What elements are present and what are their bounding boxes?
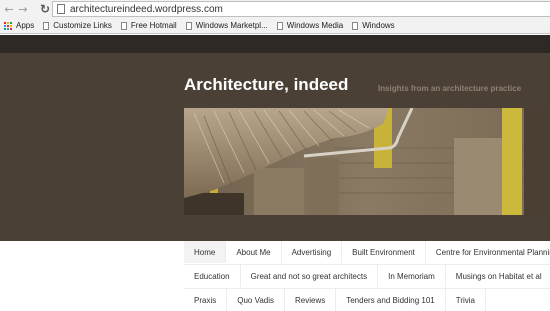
forward-arrow-icon[interactable]: → — [16, 1, 30, 17]
bookmark-apps[interactable]: Apps — [4, 21, 34, 30]
bookmark-customize-links[interactable]: Customize Links — [43, 21, 112, 30]
bookmark-label: Windows Marketpl... — [195, 21, 268, 30]
menu-item-trivia[interactable]: Trivia — [446, 289, 487, 311]
bookmark-label: Windows — [362, 21, 395, 30]
browser-toolbar: ← → ↻ architectureindeed.wordpress.com — [0, 0, 550, 18]
page-icon — [43, 21, 50, 30]
menu-row: Home About Me Advertising Built Environm… — [184, 241, 550, 263]
site-top-bar — [0, 35, 550, 53]
page-icon — [185, 21, 192, 30]
page-icon — [57, 4, 65, 14]
site-title[interactable]: Architecture, indeed — [184, 75, 348, 95]
header-photo — [184, 108, 550, 215]
url-text: architectureindeed.wordpress.com — [70, 3, 223, 15]
bookmark-windows-marketplace[interactable]: Windows Marketpl... — [185, 21, 268, 30]
bookmark-label: Apps — [16, 21, 35, 30]
menu-item-tenders[interactable]: Tenders and Bidding 101 — [336, 289, 446, 311]
menu-item-home[interactable]: Home — [184, 241, 227, 263]
bookmark-windows[interactable]: Windows — [352, 21, 395, 30]
menu-item-centre-env-planning[interactable]: Centre for Environmental Planning — [426, 241, 550, 263]
header-image — [184, 108, 550, 215]
bookmarks-bar: Apps Customize Links Free Hotmail Window… — [0, 18, 550, 34]
menu-item-quo-vadis[interactable]: Quo Vadis — [227, 289, 285, 311]
page-icon — [120, 21, 127, 30]
back-arrow-icon[interactable]: ← — [2, 1, 16, 17]
bookmark-label: Free Hotmail — [130, 21, 177, 30]
menu-item-advertising[interactable]: Advertising — [282, 241, 343, 263]
bookmark-label: Customize Links — [53, 21, 112, 30]
site-navigation: Home About Me Advertising Built Environm… — [0, 241, 550, 311]
menu-row: Education Great and not so great archite… — [184, 265, 550, 287]
menu-item-reviews[interactable]: Reviews — [285, 289, 337, 311]
menu-item-praxis[interactable]: Praxis — [184, 289, 228, 311]
page-icon — [352, 21, 359, 30]
menu-item-in-memoriam[interactable]: In Memoriam — [378, 265, 446, 287]
menu-item-great-architects[interactable]: Great and not so great architects — [241, 265, 379, 287]
menu-item-musings[interactable]: Musings on Habitat et al — [446, 265, 550, 287]
bookmark-windows-media[interactable]: Windows Media — [276, 21, 344, 30]
apps-grid-icon — [4, 21, 12, 30]
address-bar[interactable]: architectureindeed.wordpress.com — [52, 1, 550, 17]
bookmark-free-hotmail[interactable]: Free Hotmail — [120, 21, 177, 30]
menu-item-about-me[interactable]: About Me — [226, 241, 282, 263]
bookmark-label: Windows Media — [286, 21, 344, 30]
reload-icon[interactable]: ↻ — [38, 1, 52, 17]
site-tagline: Insights from an architecture practice — [378, 84, 522, 93]
menu-row: Praxis Quo Vadis Reviews Tenders and Bid… — [184, 289, 487, 311]
menu-item-built-environment[interactable]: Built Environment — [342, 241, 426, 263]
menu-item-education[interactable]: Education — [184, 265, 241, 287]
page-icon — [276, 21, 283, 30]
